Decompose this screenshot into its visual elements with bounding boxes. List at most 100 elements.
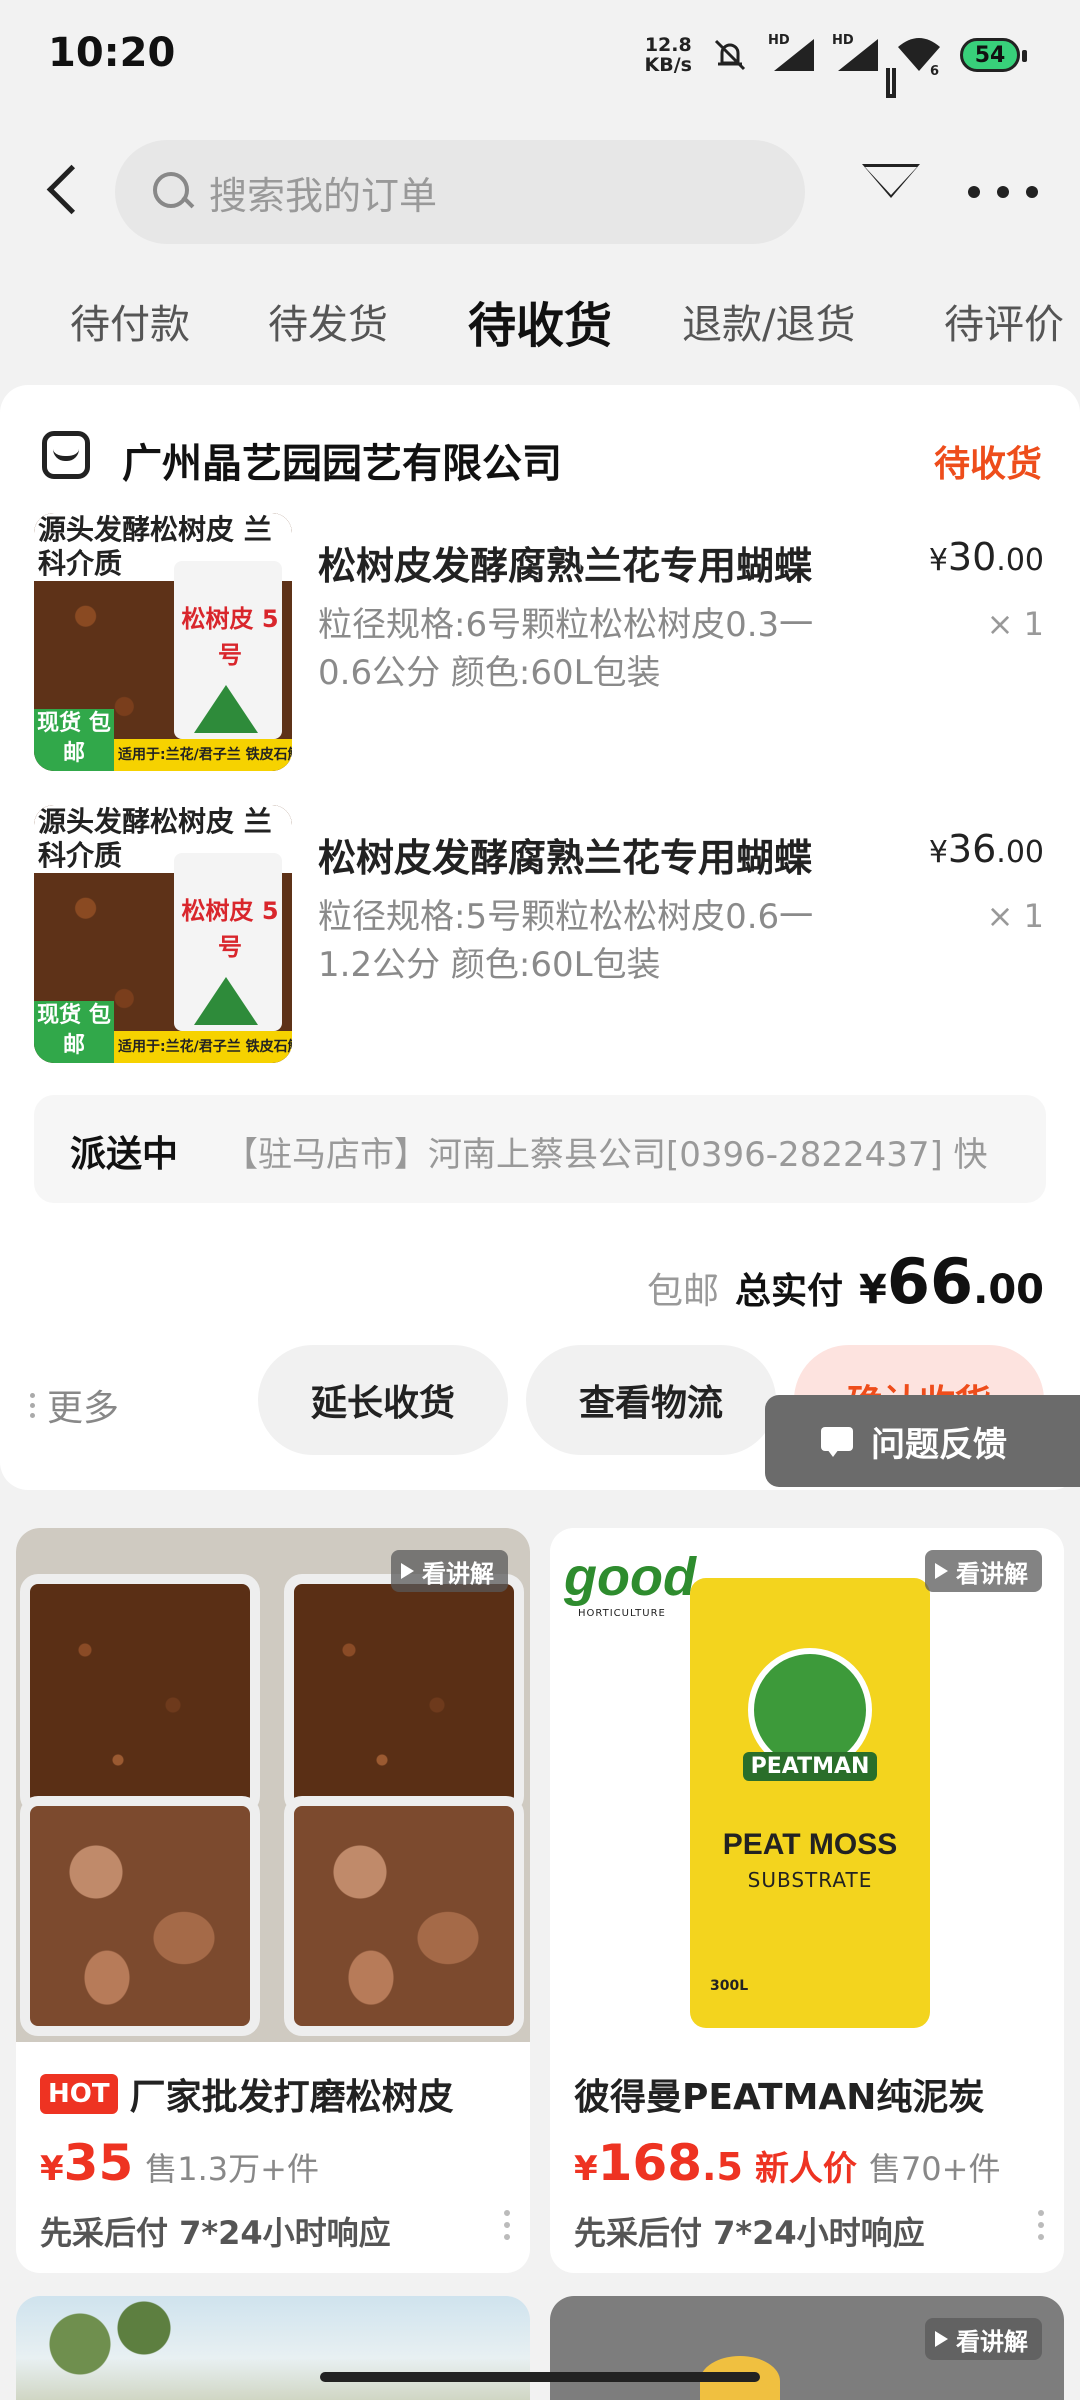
tab-refund-return[interactable]: 退款/退货 — [682, 292, 855, 350]
chat-icon — [821, 1427, 853, 1457]
new-user-price-label: 新人价 — [754, 2149, 857, 2189]
video-explain-badge[interactable]: 看讲解 — [391, 1550, 508, 1592]
tree-icon — [194, 977, 258, 1025]
recommendation-card-peek[interactable] — [16, 2296, 530, 2400]
feedback-label: 问题反馈 — [871, 1424, 1007, 1465]
product-price: ¥30.00 — [929, 535, 1044, 579]
product-price: ¥168.5 — [574, 2134, 743, 2192]
product-price: ¥35 — [40, 2134, 133, 2192]
tab-pending-payment[interactable]: 待付款 — [70, 292, 190, 350]
image-footer: 适用于:兰花/君子兰 铁皮石斛/蝴蝶兰 — [114, 739, 292, 771]
image-footer: 适用于:兰花/君子兰 铁皮石斛/蝴蝶兰 — [114, 1031, 292, 1063]
filter-icon[interactable] — [858, 158, 924, 228]
price-integer: 35 — [63, 2134, 134, 2192]
search-input[interactable]: 搜索我的订单 — [115, 140, 805, 244]
more-label: 更多 — [47, 1388, 120, 1429]
price-currency: ¥ — [40, 2149, 64, 2189]
bark-bag — [20, 1574, 260, 1814]
product-image[interactable]: 源头发酵松树皮 兰科介质 松树皮 5号 现货 包邮 适用于:兰花/君子兰 铁皮石… — [34, 513, 292, 771]
more-button[interactable]: 更多 — [30, 1379, 119, 1431]
product-image[interactable]: 源头发酵松树皮 兰科介质 松树皮 5号 现货 包邮 适用于:兰花/君子兰 铁皮石… — [34, 805, 292, 1063]
hot-tag: HOT — [40, 2074, 118, 2114]
card-more-icon[interactable] — [1038, 2210, 1044, 2240]
order-tabs: 待付款 待发货 待收货 退款/退货 待评价 — [0, 280, 1080, 360]
bark-bag — [284, 1574, 524, 1814]
total-integer: 66 — [886, 1245, 974, 1318]
shop-name[interactable]: 广州晶艺园园艺有限公司 — [122, 431, 562, 489]
image-badge: 现货 包邮 — [34, 709, 114, 771]
video-explain-badge[interactable]: 看讲解 — [925, 2318, 1042, 2360]
product-title: HOT 厂家批发打磨松树皮 — [40, 2068, 454, 2120]
bark-bag — [20, 1796, 260, 2036]
back-arrow-icon[interactable] — [38, 158, 98, 222]
video-label: 看讲解 — [956, 1559, 1028, 1588]
product-image[interactable]: 看讲解 — [16, 1528, 530, 2042]
recommendation-card-peek[interactable]: 看讲解 — [550, 2296, 1064, 2400]
battery-level: 54 — [974, 42, 1006, 68]
play-icon — [401, 1563, 414, 1579]
search-icon — [151, 170, 195, 214]
bag-brand: PEATMAN — [690, 1752, 930, 1781]
total-amount: ¥66.00 — [859, 1245, 1044, 1318]
recommendation-card[interactable]: 看讲解 HOT 厂家批发打磨松树皮 ¥35 售1.3万+件 先采后付 7*24小… — [16, 1528, 530, 2273]
more-dots-icon[interactable] — [968, 182, 1038, 202]
bark-bag — [284, 1796, 524, 2036]
play-icon — [935, 2331, 948, 2347]
play-icon — [935, 1563, 948, 1579]
order-product[interactable]: 源头发酵松树皮 兰科介质 松树皮 5号 现货 包邮 适用于:兰花/君子兰 铁皮石… — [34, 513, 1044, 773]
brand-logo: good — [564, 1547, 696, 1607]
brand-logo-sub: HORTICULTURE — [578, 1608, 666, 1619]
price-decimal: .00 — [996, 835, 1044, 870]
service-tags: 先采后付 7*24小时响应 — [574, 2214, 925, 2252]
extend-receipt-button[interactable]: 延长收货 — [258, 1345, 508, 1455]
product-title: 彼得曼PEATMAN纯泥炭 — [574, 2068, 984, 2120]
signal-icon: HD — [768, 33, 814, 75]
signal-icon: HD — [832, 33, 878, 75]
bag-subtitle: SUBSTRATE — [747, 1868, 873, 1892]
product-spec: 粒径规格:6号颗粒松松树皮0.3一0.6公分 颜色:60L包装 — [318, 605, 814, 693]
tab-pending-review[interactable]: 待评价 — [944, 292, 1064, 350]
network-speed: 12.8 KB/s — [645, 35, 692, 75]
product-title: 松树皮发酵腐熟兰花专用蝴蝶 — [318, 544, 813, 588]
price-currency: ¥ — [928, 835, 948, 870]
delivery-status[interactable]: 派送中 【驻马店市】河南上蔡县公司[0396-2822437] 快 — [34, 1095, 1046, 1203]
view-logistics-button[interactable]: 查看物流 — [526, 1345, 776, 1455]
free-shipping-label: 包邮 — [646, 1271, 719, 1312]
video-label: 看讲解 — [422, 1559, 494, 1588]
tree-icon — [194, 685, 258, 733]
recommendation-card[interactable]: good HORTICULTURE PEATMAN PEAT MOSS SUBS… — [550, 1528, 1064, 2273]
search-placeholder: 搜索我的订单 — [209, 173, 438, 218]
tab-pending-receipt[interactable]: 待收货 — [468, 286, 612, 356]
sold-count: 售70+件 — [868, 2150, 1001, 2188]
price-decimal: .5 — [702, 2145, 743, 2189]
bag-volume: 300L — [710, 1978, 749, 1994]
status-icons: 12.8 KB/s HD HD 6 54 — [645, 30, 1027, 80]
wifi-icon: 6 — [898, 38, 940, 75]
battery-icon: 54 — [960, 38, 1027, 72]
video-explain-badge[interactable]: 看讲解 — [925, 1550, 1042, 1592]
kebab-icon — [30, 1392, 35, 1418]
price-integer: 30 — [947, 535, 997, 579]
tab-pending-shipment[interactable]: 待发货 — [268, 292, 388, 350]
price-currency: ¥ — [574, 2149, 598, 2189]
status-time: 10:20 — [48, 30, 176, 76]
status-bar: 10:20 12.8 KB/s HD HD 6 54 — [0, 0, 1080, 110]
price-integer: 36 — [947, 827, 997, 871]
wifi-label: 6 — [930, 64, 939, 75]
product-image[interactable]: good HORTICULTURE PEATMAN PEAT MOSS SUBS… — [550, 1528, 1064, 2042]
price-decimal: .00 — [996, 543, 1044, 578]
shop-row[interactable]: 广州晶艺园园艺有限公司 待收货 — [42, 427, 1042, 487]
price-row: ¥35 售1.3万+件 — [40, 2134, 319, 2192]
bag-text: 松树皮 5号 — [181, 897, 279, 961]
card-more-icon[interactable] — [504, 2210, 510, 2240]
order-product[interactable]: 源头发酵松树皮 兰科介质 松树皮 5号 现货 包邮 适用于:兰花/君子兰 铁皮石… — [34, 805, 1044, 1065]
mute-bell-icon — [714, 39, 746, 71]
order-card[interactable]: 广州晶艺园园艺有限公司 待收货 源头发酵松树皮 兰科介质 松树皮 5号 现货 包… — [0, 385, 1080, 1490]
delivery-text: 【驻马店市】河南上蔡县公司[0396-2822437] 快 — [224, 1135, 988, 1175]
feedback-button[interactable]: 问题反馈 — [765, 1395, 1080, 1487]
total-label: 总实付 — [735, 1271, 844, 1312]
video-label: 看讲解 — [956, 2327, 1028, 2356]
product-quantity: × 1 — [986, 897, 1044, 935]
total-decimal: .00 — [973, 1267, 1044, 1313]
gesture-nav-handle[interactable] — [320, 2372, 760, 2382]
